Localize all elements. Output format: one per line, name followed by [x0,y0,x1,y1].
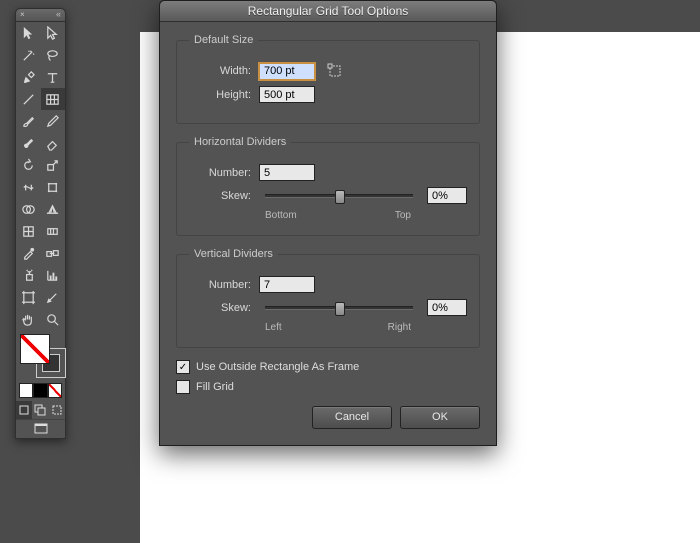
v-skew-slider[interactable] [259,306,419,310]
hand-tool[interactable] [16,308,41,330]
h-number-input[interactable] [259,164,315,181]
rotate-tool[interactable] [16,154,41,176]
scale-tool[interactable] [41,154,66,176]
magic-wand-tool[interactable] [16,44,41,66]
close-icon[interactable]: × [20,9,25,20]
checkbox-checked-icon[interactable]: ✓ [176,360,190,374]
h-skew-slider[interactable] [259,194,419,198]
pen-tool[interactable] [16,66,41,88]
screen-mode-button[interactable] [16,420,65,438]
fill-stroke-control[interactable] [16,334,65,379]
shape-builder-tool[interactable] [16,198,41,220]
use-outside-label: Use Outside Rectangle As Frame [196,361,359,373]
height-input[interactable] [259,86,315,103]
v-skew-right-label: Right [388,322,411,333]
h-skew-label: Skew: [189,190,251,202]
color-mode-row [16,379,65,401]
checkbox-unchecked-icon[interactable] [176,380,190,394]
width-label: Width: [189,65,251,77]
perspective-grid-tool[interactable] [41,198,66,220]
paintbrush-tool[interactable] [16,110,41,132]
slice-tool[interactable] [41,286,66,308]
symbol-sprayer-tool[interactable] [16,264,41,286]
draw-mode-row [16,401,65,419]
width-input[interactable] [259,63,315,80]
tools-panel-header[interactable]: × « [16,9,65,22]
vertical-dividers-group: Vertical Dividers Number: Skew: Left Rig… [176,248,480,348]
horizontal-dividers-group: Horizontal Dividers Number: Skew: Bottom… [176,136,480,236]
fill-swatch[interactable] [20,334,50,364]
v-skew-label: Skew: [189,302,251,314]
h-number-label: Number: [189,167,251,179]
h-skew-value[interactable] [427,187,467,204]
horizontal-legend: Horizontal Dividers [189,136,291,148]
reference-point-icon[interactable] [325,62,345,80]
tools-panel: × « [15,8,66,439]
draw-inside[interactable] [49,401,65,419]
artboard-tool[interactable] [16,286,41,308]
eraser-tool[interactable] [41,132,66,154]
default-size-group: Default Size Width: Height: [176,34,480,124]
eyedropper-tool[interactable] [16,242,41,264]
height-label: Height: [189,89,251,101]
v-skew-left-label: Left [265,322,282,333]
mesh-tool[interactable] [16,220,41,242]
gradient-tool[interactable] [41,220,66,242]
cancel-button[interactable]: Cancel [312,406,392,429]
color-mode-solid[interactable] [19,383,33,398]
default-size-legend: Default Size [189,34,258,46]
zoom-tool[interactable] [41,308,66,330]
blob-brush-tool[interactable] [16,132,41,154]
grid-options-dialog: Rectangular Grid Tool Options Default Si… [159,0,497,446]
free-transform-tool[interactable] [41,176,66,198]
v-number-input[interactable] [259,276,315,293]
fill-grid-label: Fill Grid [196,381,234,393]
type-tool[interactable] [41,66,66,88]
collapse-icon[interactable]: « [56,9,61,19]
slider-thumb[interactable] [335,302,345,316]
lasso-tool[interactable] [41,44,66,66]
blend-tool[interactable] [41,242,66,264]
color-mode-gradient[interactable] [33,383,47,398]
ok-button[interactable]: OK [400,406,480,429]
column-graph-tool[interactable] [41,264,66,286]
line-tool[interactable] [16,88,41,110]
h-skew-right-label: Top [395,210,411,221]
dialog-title[interactable]: Rectangular Grid Tool Options [160,1,496,22]
fill-grid-checkbox-row[interactable]: Fill Grid [176,380,480,394]
h-skew-left-label: Bottom [265,210,297,221]
slider-thumb[interactable] [335,190,345,204]
v-skew-value[interactable] [427,299,467,316]
rectangular-grid-tool[interactable] [41,88,66,110]
draw-behind[interactable] [32,401,48,419]
use-outside-checkbox-row[interactable]: ✓ Use Outside Rectangle As Frame [176,360,480,374]
pencil-tool[interactable] [41,110,66,132]
draw-normal[interactable] [16,401,32,419]
color-mode-none[interactable] [48,383,62,398]
v-number-label: Number: [189,279,251,291]
selection-tool[interactable] [16,22,41,44]
screen-mode-row [16,419,65,438]
vertical-legend: Vertical Dividers [189,248,278,260]
direct-selection-tool[interactable] [41,22,66,44]
width-tool[interactable] [16,176,41,198]
